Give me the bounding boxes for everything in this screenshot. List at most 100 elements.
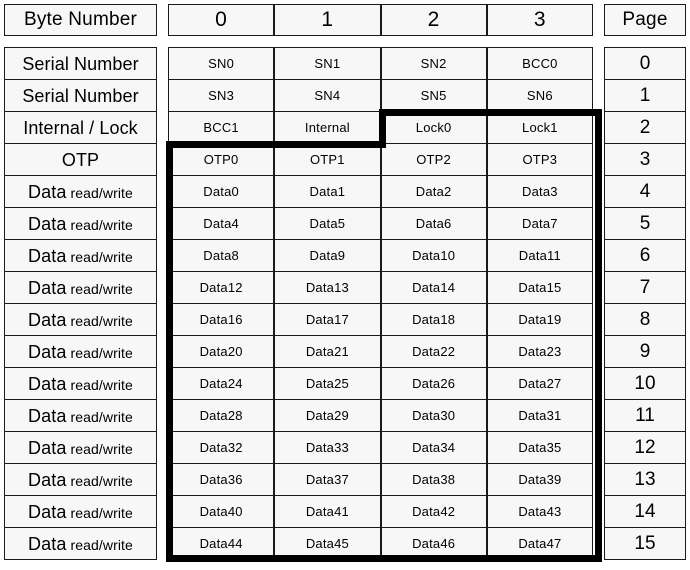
byte-cell-r0-c2: SN2 — [380, 47, 487, 80]
page-number-11: 11 — [604, 399, 686, 432]
row-label-text: Data read/write — [28, 535, 133, 553]
row-label-12: Data read/write — [4, 431, 157, 464]
row-label-text: Data read/write — [28, 439, 133, 457]
byte-cell-r5-c1: Data5 — [274, 207, 381, 240]
page-number-6: 6 — [604, 239, 686, 272]
row-label-secondary: read/write — [70, 312, 133, 329]
row-label-10: Data read/write — [4, 367, 157, 400]
page-number-8: 8 — [604, 303, 686, 336]
byte-cell-r0-c0: SN0 — [168, 47, 275, 80]
byte-cell-r10-c0: Data24 — [168, 367, 275, 400]
row-label-secondary: read/write — [70, 440, 133, 457]
byte-cell-r10-c1: Data25 — [274, 367, 381, 400]
row-label-secondary: read/write — [70, 472, 133, 489]
header-byte-number-label: Byte Number — [4, 4, 157, 36]
row-label-secondary: read/write — [70, 536, 133, 553]
byte-cell-r13-c3: Data39 — [486, 463, 593, 496]
byte-cell-r1-c1: SN4 — [274, 79, 381, 112]
row-label-text: Data read/write — [28, 407, 133, 425]
page-number-10: 10 — [604, 367, 686, 400]
row-label-primary: Data — [28, 437, 67, 458]
row-label-text: Data read/write — [28, 311, 133, 329]
byte-cell-r9-c0: Data20 — [168, 335, 275, 368]
byte-cell-r1-c3: SN6 — [486, 79, 593, 112]
byte-cell-r4-c3: Data3 — [486, 175, 593, 208]
row-label-secondary: read/write — [70, 504, 133, 521]
row-label-text: Serial Number — [22, 87, 138, 105]
row-label-3: OTP — [4, 143, 157, 176]
row-label-secondary: read/write — [70, 376, 133, 393]
byte-cell-r15-c3: Data47 — [486, 527, 593, 560]
byte-cell-r5-c3: Data7 — [486, 207, 593, 240]
header-byte-column-2: 2 — [380, 4, 487, 36]
row-label-primary: Data — [28, 277, 67, 298]
byte-cell-r3-c0: OTP0 — [168, 143, 275, 176]
row-label-8: Data read/write — [4, 303, 157, 336]
byte-cell-r10-c3: Data27 — [486, 367, 593, 400]
byte-cell-r8-c0: Data16 — [168, 303, 275, 336]
row-label-9: Data read/write — [4, 335, 157, 368]
byte-cell-r9-c1: Data21 — [274, 335, 381, 368]
row-label-14: Data read/write — [4, 495, 157, 528]
row-label-primary: Data — [28, 469, 67, 490]
row-label-text: Data read/write — [28, 343, 133, 361]
page-number-7: 7 — [604, 271, 686, 304]
byte-cell-r11-c2: Data30 — [380, 399, 487, 432]
page-number-1: 1 — [604, 79, 686, 112]
row-label-primary: Data — [28, 405, 67, 426]
byte-cell-r15-c1: Data45 — [274, 527, 381, 560]
row-label-primary: Data — [28, 181, 67, 202]
byte-cell-r15-c2: Data46 — [380, 527, 487, 560]
byte-cell-r4-c1: Data1 — [274, 175, 381, 208]
page-number-4: 4 — [604, 175, 686, 208]
row-label-primary: Data — [28, 533, 67, 554]
byte-cell-r2-c0: BCC1 — [168, 111, 275, 144]
byte-cell-r6-c3: Data11 — [486, 239, 593, 272]
byte-cell-r12-c2: Data34 — [380, 431, 487, 464]
byte-cell-r3-c1: OTP1 — [274, 143, 381, 176]
row-label-7: Data read/write — [4, 271, 157, 304]
row-label-0: Serial Number — [4, 47, 157, 80]
byte-cell-r13-c2: Data38 — [380, 463, 487, 496]
byte-cell-r11-c0: Data28 — [168, 399, 275, 432]
row-label-text: Data read/write — [28, 375, 133, 393]
header-byte-column-3: 3 — [486, 4, 593, 36]
row-label-primary: Data — [28, 213, 67, 234]
row-label-secondary: read/write — [70, 344, 133, 361]
row-label-text: Serial Number — [22, 55, 138, 73]
byte-cell-r8-c2: Data18 — [380, 303, 487, 336]
row-label-secondary: read/write — [70, 184, 133, 201]
row-label-primary: Internal / Lock — [23, 117, 138, 138]
row-label-text: Data read/write — [28, 503, 133, 521]
byte-cell-r7-c1: Data13 — [274, 271, 381, 304]
row-label-secondary: read/write — [70, 280, 133, 297]
row-label-13: Data read/write — [4, 463, 157, 496]
row-label-text: Data read/write — [28, 471, 133, 489]
byte-cell-r6-c0: Data8 — [168, 239, 275, 272]
page-number-15: 15 — [604, 527, 686, 560]
row-label-primary: OTP — [61, 149, 100, 170]
byte-cell-r7-c2: Data14 — [380, 271, 487, 304]
row-label-text: Data read/write — [28, 183, 133, 201]
byte-cell-r14-c0: Data40 — [168, 495, 275, 528]
byte-cell-r11-c1: Data29 — [274, 399, 381, 432]
row-label-primary: Serial Number — [22, 85, 139, 106]
byte-cell-r1-c2: SN5 — [380, 79, 487, 112]
row-label-text: Data read/write — [28, 247, 133, 265]
byte-cell-r4-c0: Data0 — [168, 175, 275, 208]
byte-cell-r12-c1: Data33 — [274, 431, 381, 464]
row-label-11: Data read/write — [4, 399, 157, 432]
byte-cell-r2-c1: Internal — [274, 111, 381, 144]
row-label-primary: Data — [28, 501, 67, 522]
page-number-13: 13 — [604, 463, 686, 496]
byte-cell-r13-c1: Data37 — [274, 463, 381, 496]
byte-cell-r6-c2: Data10 — [380, 239, 487, 272]
row-label-primary: Data — [28, 373, 67, 394]
byte-cell-r12-c3: Data35 — [486, 431, 593, 464]
byte-cell-r13-c0: Data36 — [168, 463, 275, 496]
emphasis-outline-right-edge — [595, 109, 602, 562]
page-number-14: 14 — [604, 495, 686, 528]
row-label-15: Data read/write — [4, 527, 157, 560]
row-label-text: Data read/write — [28, 215, 133, 233]
byte-cell-r0-c3: BCC0 — [486, 47, 593, 80]
